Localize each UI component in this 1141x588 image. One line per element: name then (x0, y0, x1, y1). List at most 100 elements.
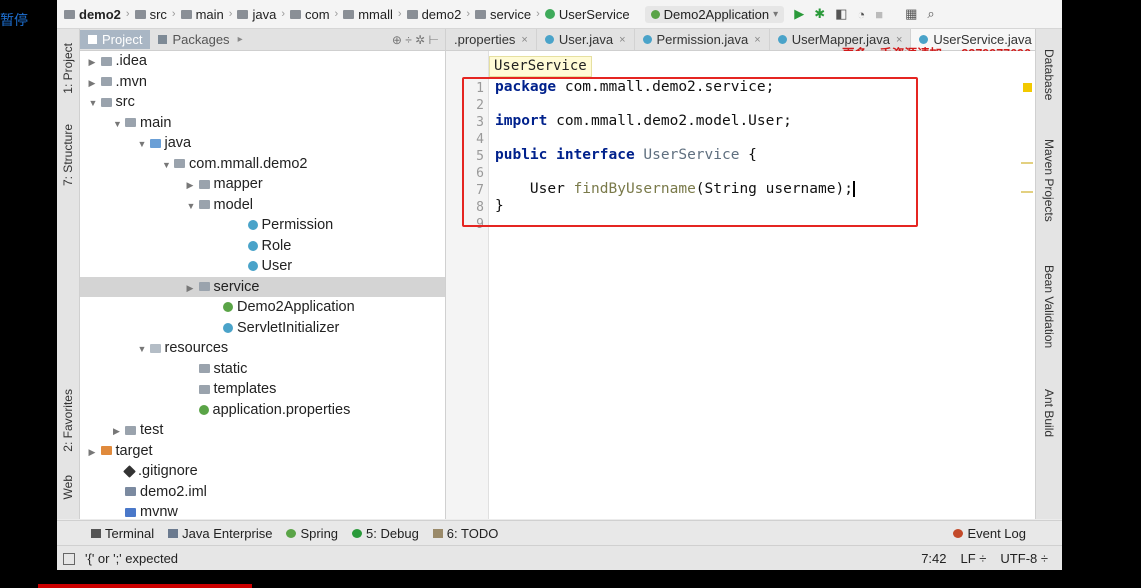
tree-item-label: Role (261, 237, 292, 254)
breadcrumb-item[interactable]: service (472, 7, 534, 22)
run-config-selector[interactable]: Demo2Application ▾ (644, 5, 785, 23)
debug-icon[interactable]: ✱ (814, 6, 825, 22)
close-icon[interactable]: × (619, 34, 625, 46)
breadcrumb-separator-icon: › (466, 8, 470, 20)
tab-packages[interactable]: Packages (150, 30, 237, 49)
breadcrumb-separator-icon: › (228, 8, 233, 20)
project-structure-icon[interactable]: ▦ (905, 6, 917, 22)
todo-button[interactable]: 6: TODO (432, 526, 498, 541)
favorites-tool-button[interactable]: 2: Favorites (61, 389, 75, 452)
folder-icon (125, 118, 136, 128)
close-icon[interactable]: × (521, 34, 527, 46)
chevron-right-icon[interactable]: ▶ (89, 73, 101, 94)
tree-item[interactable]: ▶ .idea (80, 51, 445, 72)
chevron-down-icon[interactable]: ▼ (138, 134, 150, 155)
tree-item-label: com.mmall.demo2 (189, 155, 308, 172)
structure-tool-button[interactable]: 7: Structure (61, 124, 75, 186)
java-enterprise-icon (168, 528, 179, 538)
java-enterprise-button[interactable]: Java Enterprise (168, 526, 272, 541)
tree-item[interactable]: .gitignore (80, 461, 445, 482)
run-icon[interactable]: ▶ (794, 6, 804, 22)
breadcrumb-item[interactable]: java (234, 7, 279, 22)
breadcrumb-item[interactable]: UserService (542, 7, 633, 22)
coverage-icon[interactable]: ◧ (835, 6, 847, 22)
file-encoding[interactable]: UTF-8 ÷ (1000, 551, 1048, 566)
tree-item-label: target (115, 442, 153, 459)
tab-project[interactable]: Project (80, 30, 151, 49)
cursor-position[interactable]: 7:42 (921, 551, 946, 566)
scroll-marker[interactable] (1021, 191, 1033, 193)
tree-item-label: .idea (115, 53, 147, 69)
breadcrumb-item[interactable]: demo2 (404, 7, 465, 22)
tree-item[interactable]: ServletInitializer (80, 318, 445, 339)
breadcrumb-item[interactable]: src (132, 7, 170, 22)
maven-tool-button[interactable]: Maven Projects (1042, 139, 1056, 222)
tree-item[interactable]: ▼ com.mmall.demo2 (80, 154, 445, 175)
ant-build-tool-button[interactable]: Ant Build (1042, 389, 1056, 437)
spring-icon (650, 9, 660, 19)
tree-item[interactable]: User (80, 256, 445, 277)
stop-icon[interactable]: ■ (875, 7, 883, 22)
tree-item[interactable]: demo2.iml (80, 482, 445, 503)
project-tool-button[interactable]: 1: Project (61, 43, 75, 94)
spring-button[interactable]: Spring (286, 526, 338, 541)
breadcrumb-item[interactable]: com (287, 7, 333, 22)
close-icon[interactable]: × (754, 34, 760, 46)
panel-tools[interactable]: ⊕ ÷ ✲ ⊢ (392, 33, 445, 47)
line-separator[interactable]: LF ÷ (961, 551, 987, 566)
editor-tab[interactable]: .properties × (446, 29, 537, 50)
breadcrumb-item[interactable]: demo2 (61, 7, 124, 22)
bean-validation-tool-button[interactable]: Bean Validation (1042, 265, 1056, 348)
tree-item[interactable]: templates (80, 379, 445, 400)
folder-icon (174, 159, 185, 169)
tree-item[interactable]: ▶ .mvn (80, 72, 445, 93)
tree-item-label: demo2.iml (140, 483, 207, 500)
tree-item[interactable]: Role (80, 236, 445, 257)
chevron-down-icon[interactable]: ▼ (89, 93, 101, 114)
event-log-button[interactable]: Event Log (953, 526, 1026, 541)
tree-item[interactable]: Permission (80, 215, 445, 236)
tree-item[interactable]: ▼ src (80, 92, 445, 113)
tree-item-label: ServletInitializer (237, 319, 340, 336)
tree-item[interactable]: ▶ service (80, 276, 445, 299)
database-tool-button[interactable]: Database (1042, 49, 1056, 100)
tree-item[interactable]: ▶ mapper (80, 174, 445, 195)
chevron-right-icon[interactable]: ▸ (238, 34, 243, 45)
search-icon[interactable]: ⌕ (927, 6, 934, 22)
scroll-marker[interactable] (1021, 162, 1033, 164)
folder-icon (180, 9, 192, 19)
tree-item[interactable]: ▶ target (80, 441, 445, 462)
tree-item[interactable]: static (80, 359, 445, 380)
chevron-right-icon[interactable]: ▶ (187, 278, 199, 299)
chevron-right-icon[interactable]: ▶ (113, 421, 125, 442)
toggle-tool-windows-icon[interactable] (63, 552, 75, 565)
editor-tab[interactable]: User.java × (537, 29, 635, 50)
project-panel: Project Packages ▸ ⊕ ÷ ✲ ⊢ ▶ .idea ▶ .mvn ▼ s… (80, 29, 446, 520)
breadcrumb-item[interactable]: mmall (340, 7, 396, 22)
chevron-down-icon[interactable]: ▼ (113, 114, 125, 135)
editor-breadcrumb[interactable]: UserService (489, 56, 592, 77)
tree-item[interactable]: Demo2Application (80, 297, 445, 318)
tree-item[interactable]: application.properties (80, 400, 445, 421)
chevron-down-icon[interactable]: ▼ (187, 196, 199, 217)
breadcrumb-item[interactable]: main (178, 7, 227, 22)
tree-item[interactable]: ▼ model (80, 195, 445, 216)
web-tool-button[interactable]: Web (61, 475, 75, 499)
editor-tab[interactable]: Permission.java × (635, 29, 770, 50)
chevron-down-icon[interactable]: ▼ (138, 339, 150, 360)
class-icon (223, 322, 233, 333)
debug-button[interactable]: 5: Debug (352, 526, 419, 541)
tree-item[interactable]: ▶ test (80, 420, 445, 441)
tree-item[interactable]: ▼ java (80, 133, 445, 154)
tree-item[interactable]: ▼ resources (80, 338, 445, 359)
folder-icon (343, 9, 355, 19)
terminal-button[interactable]: Terminal (91, 526, 154, 541)
chevron-right-icon[interactable]: ▶ (89, 52, 101, 73)
tree-item[interactable]: ▼ main (80, 113, 445, 134)
warning-marker[interactable] (1023, 83, 1032, 92)
chevron-down-icon[interactable]: ▼ (162, 155, 174, 176)
profile-icon[interactable]: ◔ (857, 7, 865, 22)
tree-item-label: Permission (261, 217, 334, 233)
chevron-right-icon[interactable]: ▶ (89, 442, 101, 463)
chevron-right-icon[interactable]: ▶ (187, 175, 199, 196)
